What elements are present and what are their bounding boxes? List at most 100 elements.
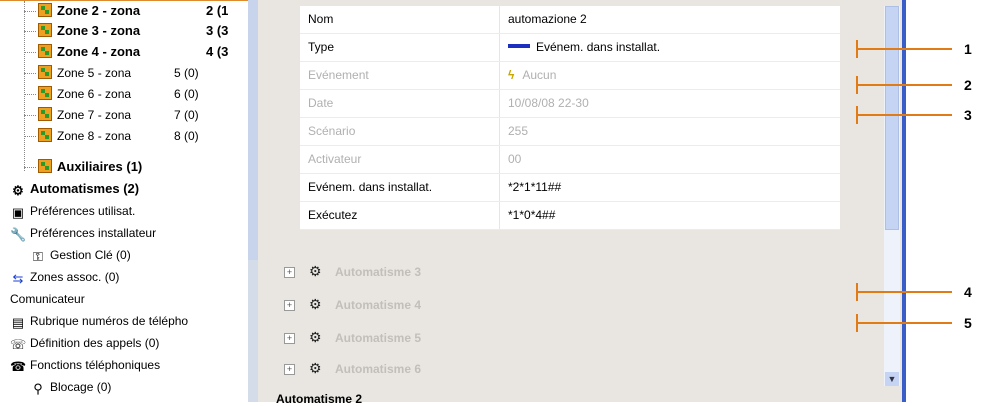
property-row-nom[interactable]: Nom automazione 2 xyxy=(300,6,840,34)
zone-icon xyxy=(38,159,52,173)
window-edge xyxy=(902,0,906,402)
tree-connector xyxy=(24,167,36,168)
tree-item-zone-4[interactable]: Zone 4 - zona 4 (3 xyxy=(38,42,248,62)
tree-panel: Zone 2 - zona 2 (1 Zone 3 - zona 3 (3 Zo… xyxy=(0,0,248,403)
tree-item-zone-3[interactable]: Zone 3 - zona 3 (3 xyxy=(38,21,248,41)
automation-gear-icon: ⚙ xyxy=(12,183,24,198)
tree-connector xyxy=(24,136,36,137)
collapsed-automatisme-6[interactable]: + ⚙ Automatisme 6 xyxy=(284,355,421,381)
collapsed-automatisme-3[interactable]: + ⚙ Automatisme 3 xyxy=(284,258,421,284)
tree-item-fonctions-telephoniques[interactable]: ☎ Fonctions téléphoniques xyxy=(10,355,248,375)
property-value: 00 xyxy=(508,152,522,166)
property-row-evenem-installat[interactable]: Evénem. dans installat. *2*1*11## xyxy=(300,174,840,202)
callout-line xyxy=(858,322,952,324)
lightning-icon: ϟ xyxy=(508,68,515,82)
phonebook-icon: ▤ xyxy=(11,315,25,330)
automation-gear-icon: ⚙ xyxy=(309,296,322,312)
callout-number: 4 xyxy=(964,284,972,300)
tree-connector xyxy=(24,73,36,74)
property-value: 255 xyxy=(508,124,529,138)
tree-item-zone-7[interactable]: Zone 7 - zona 7 (0) xyxy=(38,105,248,125)
property-value: 10/08/08 22-30 xyxy=(508,96,589,110)
zone-icon xyxy=(38,65,52,79)
tree-item-auxiliaires[interactable]: Auxiliaires (1) xyxy=(38,157,248,177)
expand-icon[interactable]: + xyxy=(284,267,295,278)
panel-splitter[interactable] xyxy=(248,0,258,402)
tree-item-definition-appels[interactable]: ☏ Définition des appels (0) xyxy=(10,333,248,353)
section-title: Automatisme 2 xyxy=(276,392,363,406)
tree-item-zone-2[interactable]: Zone 2 - zona 2 (1 xyxy=(38,1,248,21)
tree-item-zone-8[interactable]: Zone 8 - zona 8 (0) xyxy=(38,126,248,146)
automation-gear-icon: ⚙ xyxy=(309,360,322,376)
zone-icon xyxy=(38,86,52,100)
property-key: Type xyxy=(300,34,500,61)
tree-item-blocage[interactable]: ⚲ Blocage (0) xyxy=(30,377,248,397)
callout-number: 1 xyxy=(964,41,972,57)
property-row-activateur: Activateur 00 xyxy=(300,146,840,174)
property-value: ϟ Aucun xyxy=(508,68,557,82)
callout-5: 5 xyxy=(856,314,972,332)
vertical-scrollbar[interactable]: ▼ xyxy=(884,6,900,386)
automation-gear-icon: ⚙ xyxy=(309,329,322,345)
callout-line xyxy=(858,114,952,116)
tree-connector xyxy=(24,52,36,53)
tree-connector xyxy=(24,11,36,12)
expand-icon[interactable]: + xyxy=(284,333,295,344)
automation-gear-icon: ⚙ xyxy=(309,263,322,279)
tree-connector xyxy=(24,115,36,116)
zone-icon xyxy=(38,107,52,121)
tree-item-comunicateur[interactable]: Comunicateur xyxy=(10,289,248,309)
property-row-type[interactable]: Type Evénem. dans installat. xyxy=(300,34,840,62)
tree-connector xyxy=(24,31,36,32)
phone-handset-icon: ☏ xyxy=(10,337,27,352)
type-color-swatch xyxy=(508,44,530,48)
property-value[interactable]: *2*1*11## xyxy=(500,174,561,201)
property-key: Activateur xyxy=(300,146,500,173)
callout-number: 5 xyxy=(964,315,972,331)
tree-item-zone-6[interactable]: Zone 6 - zona 6 (0) xyxy=(38,84,248,104)
property-key: Exécutez xyxy=(300,202,500,229)
collapsed-automatisme-4[interactable]: + ⚙ Automatisme 4 xyxy=(284,291,421,317)
property-value[interactable]: Evénem. dans installat. xyxy=(500,34,660,61)
scroll-down-icon[interactable]: ▼ xyxy=(885,372,899,386)
zone-icon xyxy=(38,3,52,17)
zone-icon xyxy=(38,44,52,58)
tree-item-pref-installateur[interactable]: 🔧 Préférences installateur xyxy=(10,223,248,243)
wrench-icon: 🔧 xyxy=(10,227,27,242)
tree-item-automatismes[interactable]: ⚙ Automatismes (2) xyxy=(10,179,248,199)
properties-grid: Nom automazione 2 Type Evénem. dans inst… xyxy=(300,6,840,230)
lock-icon: ⚲ xyxy=(33,381,43,396)
property-key: Evénement xyxy=(300,62,500,89)
tree-connector xyxy=(24,94,36,95)
zone-icon xyxy=(38,23,52,37)
key-icon: ⚿ xyxy=(33,249,43,264)
collapsed-automatisme-5[interactable]: + ⚙ Automatisme 5 xyxy=(284,324,421,350)
property-value[interactable]: automazione 2 xyxy=(500,6,587,33)
callout-line xyxy=(858,48,952,50)
callout-3: 3 xyxy=(856,106,972,124)
property-row-scenario: Scénario 255 xyxy=(300,118,840,146)
tree-item-zone-5[interactable]: Zone 5 - zona 5 (0) xyxy=(38,63,248,83)
property-key: Scénario xyxy=(300,118,500,145)
property-value[interactable]: *1*0*4## xyxy=(500,202,555,229)
callout-number: 2 xyxy=(964,77,972,93)
property-row-date: Date 10/08/08 22-30 xyxy=(300,90,840,118)
property-key: Date xyxy=(300,90,500,117)
scrollbar-thumb[interactable] xyxy=(885,6,899,230)
callout-number: 3 xyxy=(964,107,972,123)
scrollbar-thumb[interactable] xyxy=(248,0,258,260)
tree-item-gestion-cle[interactable]: ⚿ Gestion Clé (0) xyxy=(30,245,248,265)
tree-item-zones-assoc[interactable]: ⇆ Zones assoc. (0) xyxy=(10,267,248,287)
property-key: Evénem. dans installat. xyxy=(300,174,500,201)
property-key: Nom xyxy=(300,6,500,33)
zones-assoc-icon: ⇆ xyxy=(12,271,24,286)
property-row-evenement: Evénement ϟ Aucun xyxy=(300,62,840,90)
tree-item-pref-utilisat[interactable]: ▣ Préférences utilisat. xyxy=(10,201,248,221)
property-row-executez[interactable]: Exécutez *1*0*4## xyxy=(300,202,840,230)
expand-icon[interactable]: + xyxy=(284,300,295,311)
telephone-icon: ☎ xyxy=(10,359,27,374)
tree-item-rubrique[interactable]: ▤ Rubrique numéros de télépho xyxy=(10,311,248,331)
expand-icon[interactable]: + xyxy=(284,364,295,375)
callout-line xyxy=(858,291,952,293)
tree-connector xyxy=(24,1,25,171)
